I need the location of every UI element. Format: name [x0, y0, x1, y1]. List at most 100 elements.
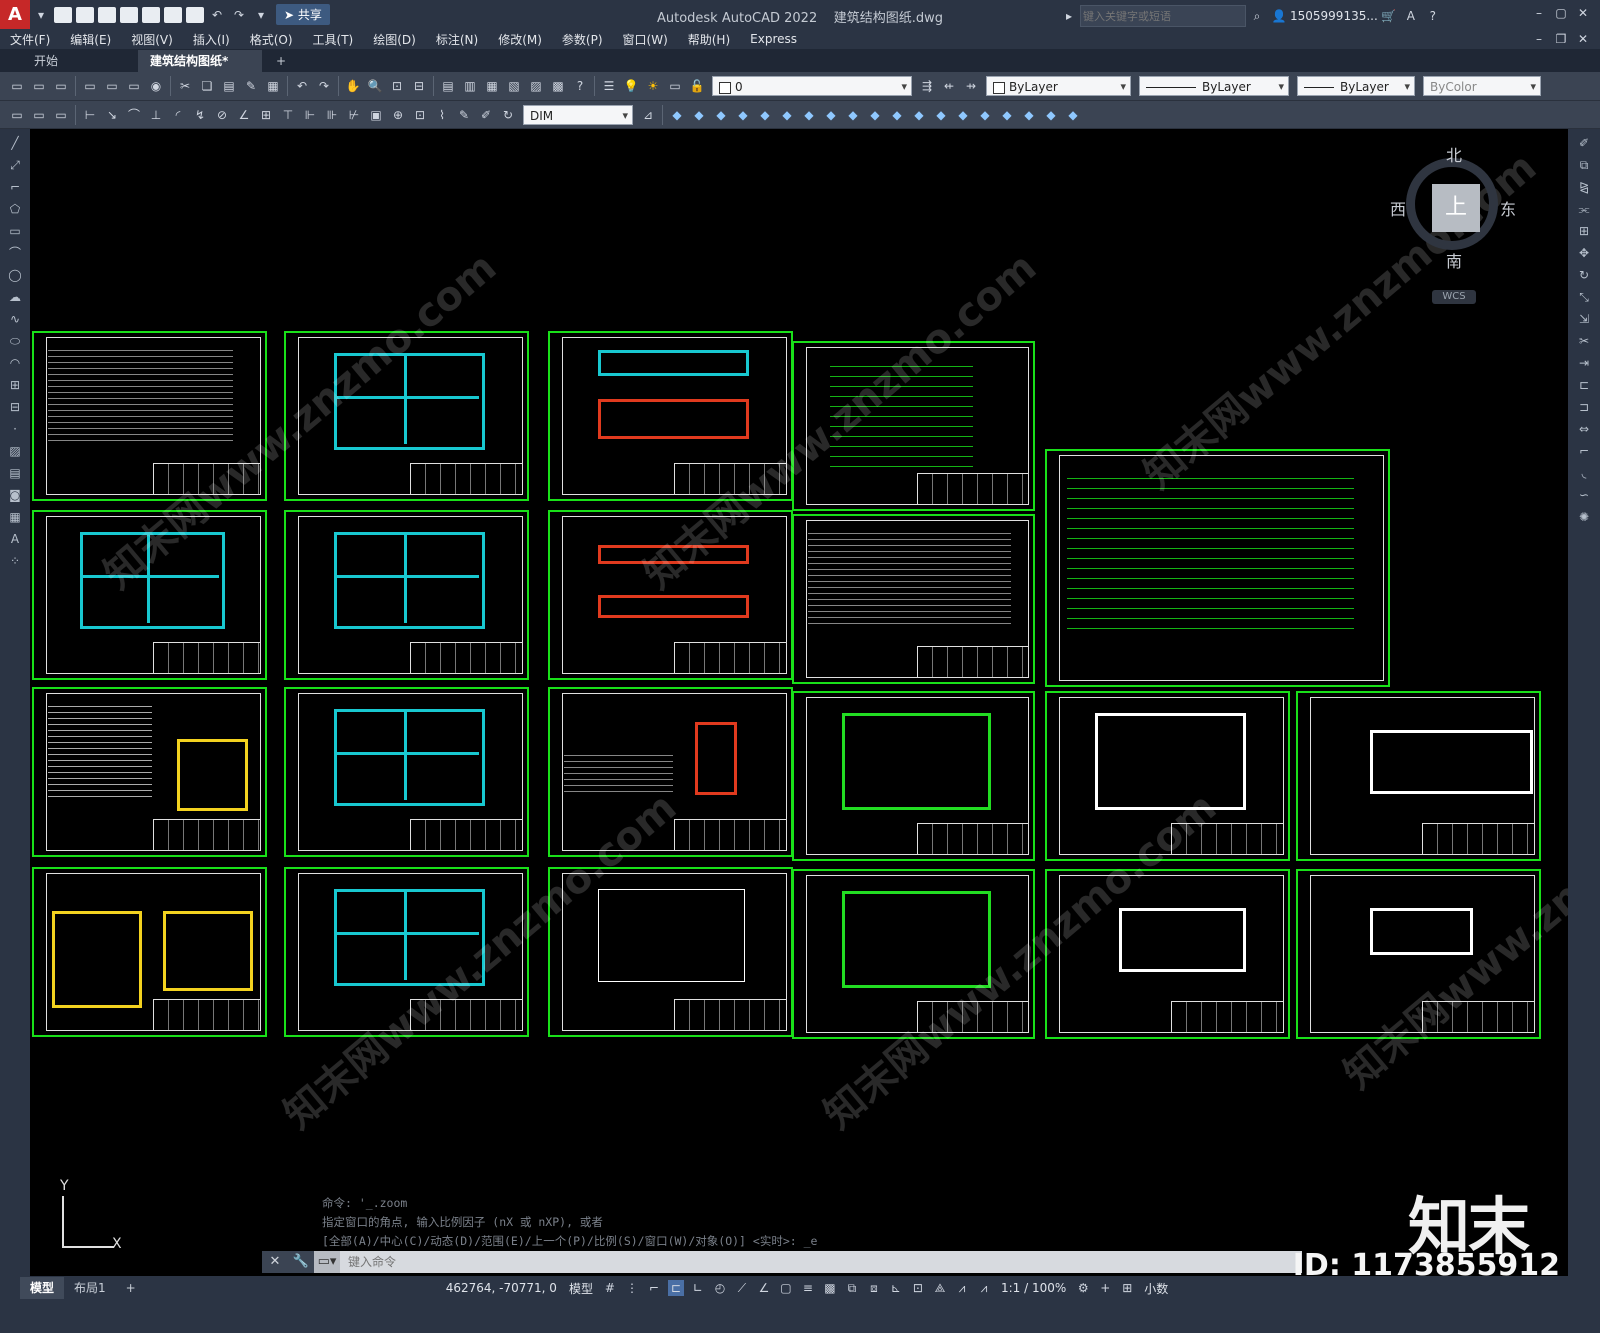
- rotate-icon[interactable]: ↻: [1576, 267, 1592, 283]
- array-icon[interactable]: ⊞: [1576, 223, 1592, 239]
- open-icon[interactable]: ▭: [31, 78, 47, 94]
- match-properties-icon[interactable]: ✎: [243, 78, 259, 94]
- help-icon[interactable]: ?: [1425, 8, 1441, 24]
- angular-dim-icon[interactable]: ∠: [236, 107, 252, 123]
- dynamic-ucs-icon[interactable]: ⊾: [888, 1280, 904, 1296]
- break-icon[interactable]: ⊐: [1576, 399, 1592, 415]
- redo-icon[interactable]: ↷: [231, 7, 247, 23]
- modify-11-icon[interactable]: ◆: [889, 107, 905, 123]
- infer-constraints-icon[interactable]: ⌐: [646, 1280, 662, 1296]
- make-current-layer-icon[interactable]: ⇶: [919, 78, 935, 94]
- make-block-icon[interactable]: ⊟: [7, 399, 23, 415]
- menu-draw[interactable]: 绘图(D): [363, 31, 426, 48]
- revcloud-icon[interactable]: ☁: [7, 289, 23, 305]
- new-file-icon[interactable]: [54, 6, 72, 23]
- lineweight-select[interactable]: ByLayer: [1297, 76, 1415, 97]
- tab-start[interactable]: 开始: [22, 50, 136, 72]
- 3d-osnap-icon[interactable]: ⧈: [866, 1280, 882, 1296]
- paste-icon[interactable]: ▤: [221, 78, 237, 94]
- join-icon[interactable]: ⇔: [1576, 421, 1592, 437]
- modify-18-icon[interactable]: ◆: [1043, 107, 1059, 123]
- modify-2-icon[interactable]: ◆: [691, 107, 707, 123]
- polyline-icon[interactable]: ⌐: [7, 179, 23, 195]
- modify-4-icon[interactable]: ◆: [735, 107, 751, 123]
- ellipse-arc-icon[interactable]: ◠: [7, 355, 23, 371]
- tab-layout1[interactable]: 布局1: [64, 1277, 116, 1299]
- drawing-sheet[interactable]: [548, 867, 793, 1037]
- transparency-icon[interactable]: ▩: [822, 1280, 838, 1296]
- add-layout-button[interactable]: +: [116, 1277, 146, 1299]
- quickcalc-icon[interactable]: ▩: [550, 78, 566, 94]
- save-icon[interactable]: [98, 6, 116, 23]
- search-icon[interactable]: ⌕: [1249, 8, 1265, 24]
- annotation-visibility-icon[interactable]: ⩘: [954, 1280, 970, 1296]
- baseline-dim-icon[interactable]: ⊤: [280, 107, 296, 123]
- scale-icon[interactable]: ⤡: [1576, 289, 1592, 305]
- drawing-sheet[interactable]: [1045, 691, 1290, 861]
- rectangle-icon[interactable]: ▭: [7, 223, 23, 239]
- menu-format[interactable]: 格式(O): [240, 31, 303, 48]
- drawing-sheet[interactable]: [284, 687, 529, 857]
- doc-close-icon[interactable]: ✕: [1575, 31, 1591, 47]
- chamfer-icon[interactable]: ⌐: [1576, 443, 1592, 459]
- open-from-web-icon[interactable]: [142, 6, 160, 23]
- print-icon[interactable]: ▭: [82, 78, 98, 94]
- sheet-set-icon[interactable]: ▧: [506, 78, 522, 94]
- modify-17-icon[interactable]: ◆: [1021, 107, 1037, 123]
- modify-5-icon[interactable]: ◆: [757, 107, 773, 123]
- properties-icon[interactable]: ▤: [440, 78, 456, 94]
- dim-text-edit-icon[interactable]: ✐: [478, 107, 494, 123]
- arc-icon[interactable]: ⌒: [7, 245, 23, 261]
- menu-dimension[interactable]: 标注(N): [426, 31, 488, 48]
- dim-break-icon[interactable]: ⊬: [346, 107, 362, 123]
- model-space-toggle[interactable]: 模型: [569, 1280, 593, 1297]
- modify-19-icon[interactable]: ◆: [1065, 107, 1081, 123]
- construction-line-icon[interactable]: ⤢: [7, 157, 23, 173]
- plotstyle-select[interactable]: ByColor: [1423, 76, 1541, 97]
- compass-east[interactable]: 东: [1500, 196, 1516, 220]
- copy-object-icon[interactable]: ⧉: [1576, 157, 1592, 173]
- drawing-sheet[interactable]: [284, 867, 529, 1037]
- annotation-monitor-icon[interactable]: +: [1097, 1280, 1113, 1296]
- new-tab-button[interactable]: +: [264, 50, 298, 72]
- autodesk-a360-icon[interactable]: A: [1403, 8, 1419, 24]
- move-icon[interactable]: ✥: [1576, 245, 1592, 261]
- selection-filter-icon[interactable]: ⊡: [910, 1280, 926, 1296]
- lineweight-icon[interactable]: ≡: [800, 1280, 816, 1296]
- grid-icon[interactable]: #: [602, 1280, 618, 1296]
- modify-13-icon[interactable]: ◆: [933, 107, 949, 123]
- redo-toolbar-icon[interactable]: ↷: [316, 78, 332, 94]
- cart-icon[interactable]: 🛒: [1381, 8, 1397, 24]
- workspace-gear-icon[interactable]: ⚙: [1075, 1280, 1091, 1296]
- selection-cycling-icon[interactable]: ⧉: [844, 1280, 860, 1296]
- isodraft-icon[interactable]: ⟋: [734, 1280, 750, 1296]
- help-toolbar-icon[interactable]: ?: [572, 78, 588, 94]
- gizmo-icon[interactable]: ⟁: [932, 1280, 948, 1296]
- layer-select[interactable]: 0: [712, 76, 912, 97]
- viewcube[interactable]: 上 北 南 东 西: [1390, 146, 1516, 271]
- undo-toolbar-icon[interactable]: ↶: [294, 78, 310, 94]
- insert-block-icon[interactable]: ⊞: [7, 377, 23, 393]
- compass-south[interactable]: 南: [1446, 248, 1462, 272]
- modify-1-icon[interactable]: ◆: [669, 107, 685, 123]
- modify-10-icon[interactable]: ◆: [867, 107, 883, 123]
- doc-restore-icon[interactable]: ❐: [1553, 31, 1569, 47]
- plot-icon[interactable]: [186, 6, 204, 23]
- jogged-dim-icon[interactable]: ↯: [192, 107, 208, 123]
- dim-edit-icon[interactable]: ✎: [456, 107, 472, 123]
- modify-12-icon[interactable]: ◆: [911, 107, 927, 123]
- ortho-icon[interactable]: ∟: [690, 1280, 706, 1296]
- zoom-realtime-icon[interactable]: 🔍: [367, 78, 383, 94]
- menu-help[interactable]: 帮助(H): [678, 31, 740, 48]
- wcs-menu[interactable]: WCS: [1432, 290, 1476, 304]
- continue-dim-icon[interactable]: ⊩: [302, 107, 318, 123]
- modify-15-icon[interactable]: ◆: [977, 107, 993, 123]
- polar-tracking-icon[interactable]: ◴: [712, 1280, 728, 1296]
- modify-9-icon[interactable]: ◆: [845, 107, 861, 123]
- circle-icon[interactable]: ◯: [7, 267, 23, 283]
- inspect-icon[interactable]: ⊡: [412, 107, 428, 123]
- modify-16-icon[interactable]: ◆: [999, 107, 1015, 123]
- user-icon[interactable]: 👤: [1271, 8, 1287, 24]
- maximize-icon[interactable]: ▢: [1553, 5, 1569, 21]
- polygon-icon[interactable]: ⬠: [7, 201, 23, 217]
